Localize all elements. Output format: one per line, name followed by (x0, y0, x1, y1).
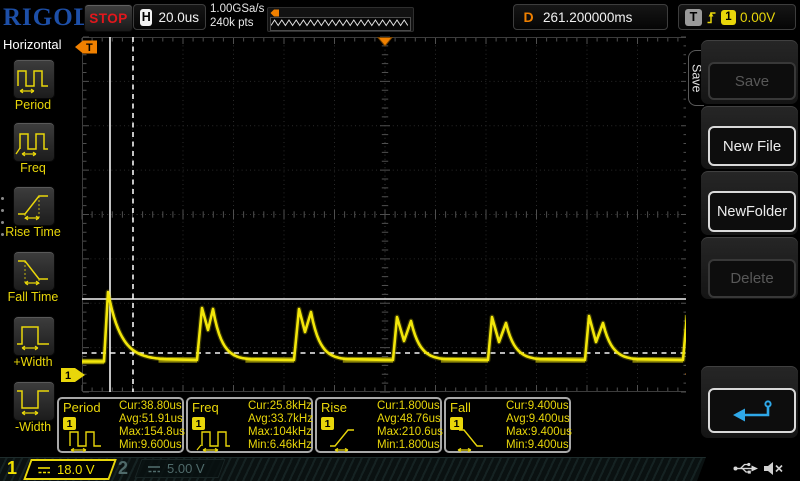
memory-window-arrow-icon (270, 9, 279, 17)
trigger-readout-group[interactable]: T 1 0.00V (678, 4, 796, 30)
pos-width-icon (17, 326, 49, 351)
ch1-number: 1 (7, 458, 18, 478)
measurement-panel-fall[interactable]: Fall 1 Cur:9.400us Avg:9.400us Max:9.400u… (444, 397, 572, 453)
neg-width-icon (17, 390, 49, 416)
h-key-icon: H (140, 8, 153, 26)
measure-item-freq[interactable] (13, 122, 55, 162)
return-button[interactable] (708, 388, 796, 433)
dc-coupling-icon (38, 466, 50, 473)
measurement-values: Cur:9.400us Avg:9.400us Max:9.400us Min:9.… (506, 400, 572, 452)
ch1-ground-marker[interactable]: 1 (61, 368, 85, 382)
run-state-button[interactable]: STOP (84, 4, 133, 32)
trigger-offset-flag[interactable]: T (75, 40, 97, 55)
period-icon (17, 70, 48, 94)
rise-icon (330, 429, 354, 452)
period-icon (69, 431, 101, 452)
measurement-name: Freq (192, 400, 219, 415)
measurement-values: Cur:38.80us Avg:51.91us Max:154.8us Min:9.… (119, 400, 185, 452)
menu-scroll-dot (1, 197, 4, 200)
channel-status-bar: 1 18.0 V 2 5.00 V (0, 457, 800, 480)
delay-value: 261.200000ms (543, 9, 633, 25)
measure-item-period[interactable] (13, 59, 55, 99)
ch2-scale-label[interactable]: 5.00 V (134, 459, 226, 478)
measurement-panel-period[interactable]: Period 1 Cur:38.80us Avg:51.91us Max:154.… (57, 397, 185, 453)
speaker-muted-icon (764, 462, 783, 475)
measure-item-label: Period (14, 98, 52, 112)
trigger-slope-icon (707, 12, 716, 24)
menu-scroll-dot (1, 233, 4, 236)
measurement-values: Cur:25.8kHz Avg:33.7kHz Max:104kHz Min:6.4… (248, 400, 313, 452)
acquisition-info: 1.00GSa/s 240k pts (210, 3, 264, 30)
ch2-number: 2 (118, 458, 129, 478)
horizontal-timebase-group[interactable]: H 20.0us (133, 4, 206, 30)
delay-readout-group[interactable]: D 261.200000ms (513, 4, 668, 30)
save-softkey-menu: Save Save New File NewFolder Delete (686, 35, 800, 458)
measure-item-label: +Width (13, 355, 53, 369)
d-key-icon: D (523, 9, 534, 25)
top-status-bar: RIGOL STOP H 20.0us 1.00GSa/s 240k pts D… (0, 0, 800, 34)
memory-position-indicator (267, 7, 414, 32)
svg-text:1: 1 (65, 370, 71, 382)
horizontal-measure-menu: Horizontal Period Freq Rise Time Fall Ti… (0, 35, 66, 458)
measurement-name: Rise (321, 400, 348, 415)
waveform-display: T T 1 (61, 36, 710, 393)
measurement-panel-rise[interactable]: Rise 1 Cur:1.800us Avg:48.76us Max:210.6u… (315, 397, 443, 453)
trigger-position-marker[interactable] (376, 37, 394, 47)
new-file-button[interactable]: New File (708, 126, 796, 166)
fall-icon (457, 429, 483, 452)
measurement-values: Cur:1.800us Avg:48.76us Max:210.6us Min:1.… (377, 400, 443, 452)
dc-coupling-icon (148, 465, 161, 472)
fall-time-icon (18, 260, 48, 286)
trigger-source-badge: 1 (721, 9, 736, 25)
left-menu-title: Horizontal (3, 37, 62, 52)
memory-depth: 240k pts (210, 16, 254, 29)
measure-item-label: Rise Time (5, 225, 61, 239)
memory-waveform-icon (270, 17, 411, 31)
rigol-logo: RIGOL (3, 4, 92, 31)
rise-time-icon (18, 195, 48, 221)
return-arrow-icon (733, 399, 772, 421)
sample-rate: 1.00GSa/s (210, 3, 265, 15)
usb-icon (733, 462, 758, 474)
save-button[interactable]: Save (708, 62, 796, 100)
t-key-icon: T (685, 8, 702, 26)
menu-scroll-dot (1, 221, 4, 224)
delete-button[interactable]: Delete (708, 259, 796, 298)
measurement-panel-freq[interactable]: Freq 1 Cur:25.8kHz Avg:33.7kHz Max:104kHz… (186, 397, 313, 453)
ch1-scale-label[interactable]: 18.0 V (23, 459, 117, 480)
svg-text:T: T (86, 42, 93, 54)
timebase-value: 20.0us (158, 9, 199, 25)
measure-item-label: Fall Time (7, 290, 59, 304)
freq-icon (15, 133, 48, 157)
measure-item-pos-width[interactable] (13, 316, 55, 356)
measurement-name: Period (63, 400, 101, 415)
measure-item-label: Freq (20, 161, 46, 175)
measure-item-rise-time[interactable] (13, 186, 55, 226)
measurement-name: Fall (450, 400, 471, 415)
freq-icon (196, 431, 230, 452)
new-folder-button[interactable]: NewFolder (708, 191, 796, 232)
measure-item-fall-time[interactable] (13, 251, 55, 291)
measure-item-neg-width[interactable] (13, 381, 55, 421)
menu-scroll-dot (1, 209, 4, 212)
trigger-level-value: 0.00V (740, 9, 776, 25)
